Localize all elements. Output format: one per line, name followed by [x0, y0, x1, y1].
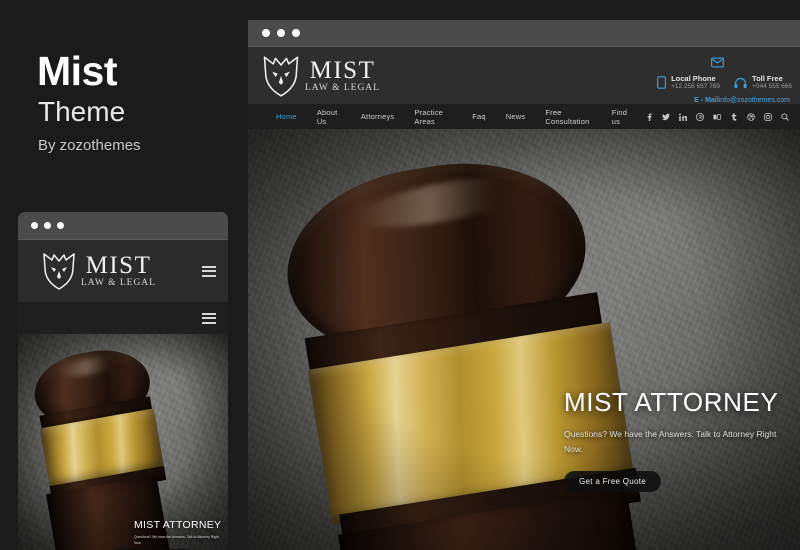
email-label: E - Mail — [694, 96, 719, 104]
social-links — [641, 109, 792, 124]
contact-value: +044 555 666 — [752, 83, 792, 91]
contact-item-toll-free[interactable]: Toll Free +044 555 666 — [734, 74, 792, 92]
contact-label: Local Phone — [671, 74, 716, 83]
search-icon[interactable] — [777, 109, 792, 124]
theme-author: By zozothemes — [38, 137, 141, 154]
email-address: info@zozothemes.com — [718, 96, 790, 104]
mobile-hero-copy: MIST ATTORNEY Questions? We have the Ans… — [108, 518, 226, 550]
mobile-logo-text: MIST LAW & LEGAL — [81, 253, 156, 289]
hero-description: Questions? We have the Answers. Talk to … — [564, 429, 777, 455]
hero-title: MIST ATTORNEY — [564, 387, 779, 418]
mobile-secondary-navbar — [18, 302, 228, 334]
contact-label: Toll Free — [752, 74, 783, 83]
contact-item-local-phone[interactable]: Local Phone +12 258 657 789 — [657, 74, 720, 92]
header-contact-block: Local Phone +12 258 657 789 Toll Free +0… — [657, 55, 792, 104]
nav-item-faq[interactable]: Faq — [462, 112, 496, 121]
pinterest-icon[interactable] — [692, 109, 707, 124]
red-dot-icon — [262, 29, 270, 37]
mobile-phone-icon — [657, 76, 667, 90]
get-a-free-quote-button[interactable]: Get a Free Quote — [564, 471, 662, 492]
green-dot-icon — [57, 222, 64, 229]
linkedin-icon[interactable] — [675, 109, 690, 124]
mobile-site-header: MIST LAW & LEGAL — [18, 240, 228, 302]
site-logo[interactable]: MIST LAW & LEGAL — [262, 54, 380, 98]
contact-value: +12 258 657 789 — [671, 83, 721, 91]
site-header: MIST LAW & LEGAL Local Phone +12 258 657… — [248, 47, 800, 104]
mobile-hero-title: MIST ATTORNEY — [134, 518, 222, 531]
logo-tagline: LAW & LEGAL — [81, 278, 156, 289]
red-dot-icon — [31, 222, 38, 229]
mobile-hero-image — [18, 334, 228, 550]
nav-item-practice-areas[interactable]: Practice Areas — [404, 108, 462, 126]
envelope-icon — [711, 57, 724, 68]
page-title: Mist — [37, 48, 118, 94]
logo-wordmark: MIST — [309, 56, 376, 84]
headset-icon — [734, 77, 747, 89]
wolf-head-icon — [263, 56, 299, 97]
site-logo-text: MIST LAW & LEGAL — [305, 58, 380, 94]
email-icon-wrap[interactable] — [711, 55, 724, 73]
hero-section: MIST ATTORNEY Questions? We have the Ans… — [248, 129, 800, 550]
logo-wordmark: MIST — [85, 252, 152, 280]
mobile-hero-description: Questions? We have the Answers. Talk to … — [134, 534, 219, 545]
dribbble-icon[interactable] — [743, 109, 758, 124]
theme-showcase-panel: Mist Theme By zozothemes MIST LAW & LEGA… — [0, 0, 248, 550]
contact-items: Local Phone +12 258 657 789 Toll Free +0… — [657, 74, 792, 92]
main-navigation-bar: Home About Us Attorneys Practice Areas F… — [248, 104, 800, 129]
mobile-preview-mockup: MIST LAW & LEGAL MIST ATTORNEY Questions… — [18, 212, 228, 550]
mobile-hamburger-menu-icon[interactable] — [202, 265, 216, 277]
mobile-hero-section: MIST ATTORNEY Questions? We have the Ans… — [18, 334, 228, 550]
nav-item-find-us[interactable]: Find us — [602, 108, 641, 126]
instagram-icon[interactable] — [760, 109, 775, 124]
header-email-line[interactable]: E - Mailinfo@zozothemes.com — [694, 97, 790, 104]
mobile-secondary-hamburger-menu-icon[interactable] — [202, 312, 216, 324]
hero-copy: MIST ATTORNEY Questions? We have the Ans… — [564, 387, 794, 492]
tumblr-icon[interactable] — [726, 109, 741, 124]
nav-item-attorneys[interactable]: Attorneys — [351, 112, 404, 121]
facebook-icon[interactable] — [641, 109, 656, 124]
nav-item-home[interactable]: Home — [266, 112, 307, 121]
yellow-dot-icon — [44, 222, 51, 229]
twitter-icon[interactable] — [658, 109, 673, 124]
nav-item-free-consultation[interactable]: Free Consultation — [535, 108, 601, 126]
screenshot-stage: Mist Theme By zozothemes MIST LAW & LEGA… — [0, 0, 800, 550]
mobile-browser-chrome — [18, 212, 228, 240]
wolf-head-icon — [43, 253, 75, 290]
behance-icon[interactable] — [709, 109, 724, 124]
desktop-browser-chrome — [248, 20, 800, 47]
page-subtitle: Theme — [38, 96, 126, 127]
nav-item-news[interactable]: News — [496, 112, 536, 121]
green-dot-icon — [292, 29, 300, 37]
mobile-hero-vignette — [18, 334, 228, 550]
logo-tagline: LAW & LEGAL — [305, 82, 380, 93]
yellow-dot-icon — [277, 29, 285, 37]
mobile-site-logo[interactable]: MIST LAW & LEGAL — [42, 251, 156, 291]
nav-items: Home About Us Attorneys Practice Areas F… — [266, 108, 641, 126]
desktop-preview-mockup: MIST LAW & LEGAL Local Phone +12 258 657… — [248, 20, 800, 550]
nav-item-about-us[interactable]: About Us — [307, 108, 351, 126]
